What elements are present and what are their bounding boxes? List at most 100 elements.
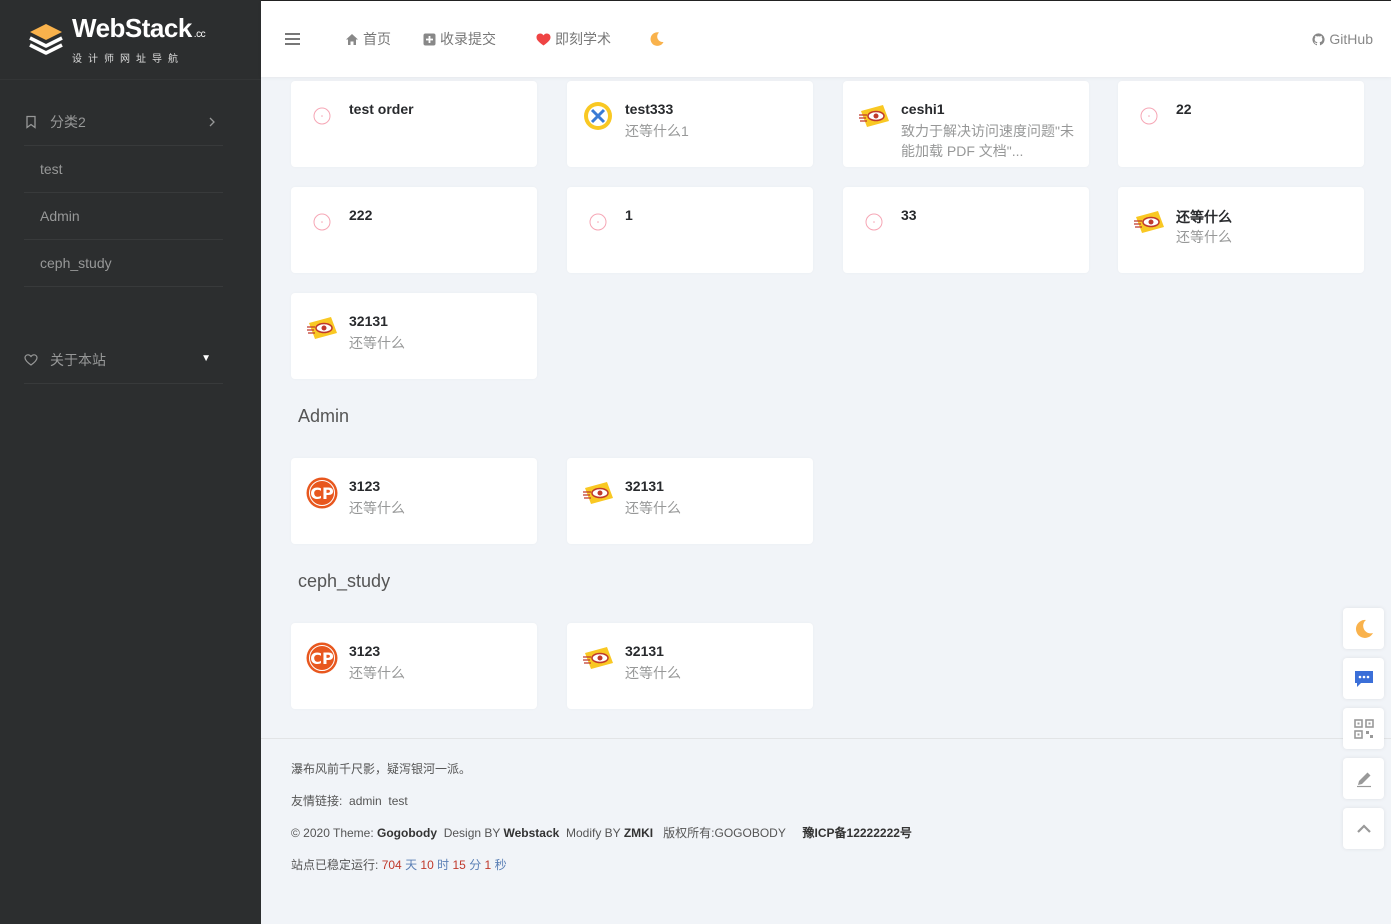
layers-logo-icon [29, 23, 63, 55]
heart-outline-icon [24, 354, 38, 366]
top-navbar: 首页 收录提交 即刻学术 GitHub [261, 0, 1391, 77]
placeholder-icon [1140, 107, 1158, 125]
site-card[interactable]: ceshi1 致力于解决访问速度问题"未能加载 PDF 文档"... [843, 81, 1089, 167]
logo-suffix: .cc [193, 28, 206, 40]
site-card[interactable]: 32131 还等什么 [291, 293, 537, 379]
sidebar-subitem-label: Admin [40, 208, 80, 224]
card-title: test order [349, 101, 414, 117]
placeholder-icon [589, 213, 607, 231]
card-title: 还等什么 [1176, 209, 1232, 225]
card-title: 222 [349, 207, 373, 223]
card-desc: 还等什么 [625, 665, 681, 681]
float-dark-mode-button[interactable] [1343, 608, 1384, 649]
card-desc: 还等什么 [349, 500, 405, 516]
card-desc: 还等什么 [625, 500, 681, 516]
site-card[interactable]: CP 3123 还等什么 [291, 623, 537, 709]
nav-academic-link[interactable]: 即刻学术 [536, 29, 611, 49]
sidebar-item-category[interactable]: 分类2 [24, 99, 223, 146]
github-icon [1312, 32, 1326, 45]
site-card[interactable]: 222 [291, 187, 537, 273]
card-title: 1 [625, 207, 633, 223]
card-title: 32131 [625, 643, 664, 659]
friend-link-admin[interactable]: admin [349, 794, 382, 808]
section-title-ceph-study: ceph_study [298, 571, 391, 591]
eye-logo-icon [583, 647, 613, 669]
card-title: 3123 [349, 643, 381, 659]
float-qrcode-button[interactable] [1343, 708, 1384, 749]
menu-toggle-icon[interactable] [285, 33, 300, 45]
sidebar-item-ceph-study[interactable]: ceph_study [24, 240, 223, 287]
footer-copyright: © 2020 Theme: Gogobody Design BY Webstac… [291, 826, 912, 840]
float-chat-button[interactable] [1343, 658, 1384, 699]
card-desc: 还等什么 [349, 335, 405, 351]
site-logo[interactable]: WebStack .cc 设计师网址导航 [0, 0, 261, 80]
sidebar-item-test[interactable]: test [24, 146, 223, 193]
footer-quote: 瀑布风前千尺影，疑泻银河一派。 [291, 762, 472, 776]
moon-icon [1355, 619, 1373, 638]
tools-icon [584, 102, 612, 130]
site-card[interactable]: 1 [567, 187, 813, 273]
card-desc: 还等什么1 [625, 123, 689, 139]
site-card[interactable]: 还等什么 还等什么 [1118, 187, 1364, 273]
sidebar-subitem-label: test [40, 161, 63, 177]
card-desc: 还等什么 [1176, 229, 1232, 245]
cp-logo-icon: CP [306, 477, 338, 509]
card-title: test333 [625, 101, 674, 117]
site-card[interactable]: 32131 还等什么 [567, 458, 813, 544]
logo-title: WebStack [72, 12, 192, 43]
home-icon [346, 33, 358, 45]
eye-logo-icon [583, 482, 613, 504]
qrcode-icon [1353, 718, 1374, 739]
friend-link-test[interactable]: test [388, 794, 407, 808]
float-back-to-top-button[interactable] [1343, 808, 1384, 849]
site-card[interactable]: 33 [843, 187, 1089, 273]
caret-down-icon: ▼ [201, 353, 211, 364]
nav-home-link[interactable]: 首页 [345, 29, 391, 49]
sidebar-item-label: 关于本站 [50, 352, 106, 368]
card-title: 33 [901, 207, 917, 223]
design-link[interactable]: Webstack [504, 826, 560, 840]
footer-friends: 友情链接: admin test [291, 794, 408, 808]
eye-logo-icon [1134, 211, 1164, 233]
footer-uptime: 站点已稳定运行: 704 天 10 时 15 分 1 秒 [291, 858, 507, 872]
github-link[interactable]: GitHub [1312, 31, 1373, 47]
site-card[interactable]: CP 3123 还等什么 [291, 458, 537, 544]
card-title: 22 [1176, 101, 1192, 117]
dark-mode-moon-icon[interactable] [649, 31, 665, 47]
chevron-right-icon [209, 117, 215, 127]
svg-text:CP: CP [310, 484, 334, 503]
nav-submit-link[interactable]: 收录提交 [423, 29, 496, 49]
placeholder-icon [313, 213, 331, 231]
site-card[interactable]: 32131 还等什么 [567, 623, 813, 709]
site-card[interactable]: test333 还等什么1 [567, 81, 813, 167]
sidebar-item-about[interactable]: 关于本站 ▼ [24, 337, 223, 384]
sidebar-item-admin[interactable]: Admin [24, 193, 223, 240]
plus-square-icon [423, 33, 436, 45]
card-title: 32131 [625, 478, 664, 494]
svg-text:CP: CP [310, 649, 334, 668]
card-title: ceshi1 [901, 101, 945, 117]
sidebar-subitem-label: ceph_study [40, 255, 112, 271]
placeholder-icon [865, 213, 883, 231]
bookmark-icon [26, 115, 36, 129]
sidebar: WebStack .cc 设计师网址导航 分类2 test Admin ceph_… [0, 0, 261, 924]
eye-logo-icon [859, 105, 889, 127]
card-title: 3123 [349, 478, 381, 494]
theme-link[interactable]: Gogobody [377, 826, 437, 840]
card-desc: 还等什么 [349, 665, 405, 681]
eye-logo-icon [307, 317, 337, 339]
icp-link[interactable]: 豫ICP备12222222号 [803, 826, 912, 840]
site-card[interactable]: 22 [1118, 81, 1364, 167]
float-edit-button[interactable] [1343, 758, 1384, 799]
chevron-up-icon [1356, 823, 1371, 833]
heart-icon [536, 33, 551, 45]
card-title: 32131 [349, 313, 388, 329]
chat-icon [1354, 670, 1373, 687]
site-card[interactable]: test order [291, 81, 537, 167]
pencil-icon [1356, 772, 1371, 787]
modify-link[interactable]: ZMKI [624, 826, 653, 840]
logo-subtitle: 设计师网址导航 [72, 53, 184, 65]
placeholder-icon [313, 107, 331, 125]
sidebar-item-label: 分类2 [50, 114, 86, 130]
sidebar-nav: 分类2 test Admin ceph_study 关于本站 ▼ [0, 99, 261, 384]
